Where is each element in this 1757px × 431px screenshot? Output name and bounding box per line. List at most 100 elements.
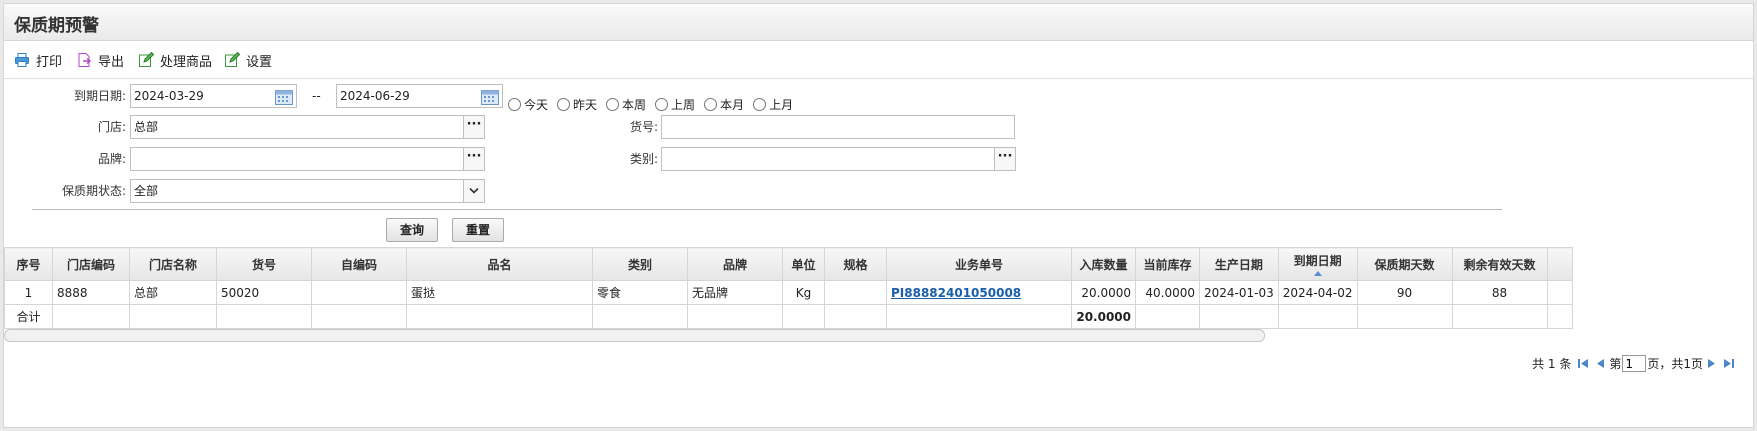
cell-order-no: PI88882401050008 [886,280,1072,305]
brand-field[interactable] [130,147,464,171]
cell-index: 1 [4,280,53,305]
expiry-date-label: 到期日期: [73,89,126,103]
calendar-icon[interactable] [275,88,293,105]
col-header[interactable]: 类别 [592,247,688,281]
calendar-icon[interactable] [481,88,499,105]
category-field[interactable] [661,147,995,171]
col-header[interactable]: 剩余有效天数 [1451,247,1548,281]
col-header[interactable]: 品名 [406,247,593,281]
export-icon [78,53,92,67]
footer-total-qty: 20.0000 [1071,304,1136,329]
footer-cell [687,304,783,329]
table-footer-row: 合计 20.0000 [4,304,1573,329]
cell-in-qty: 20.0000 [1071,280,1136,305]
col-header[interactable]: 门店名称 [129,247,217,281]
reset-button[interactable]: 重置 [452,218,504,242]
col-header[interactable]: 门店编码 [52,247,130,281]
window: 保质期预警 打印 导出 处理商品 设置 [3,3,1754,428]
footer-cell [216,304,312,329]
edit-icon [139,52,154,67]
brand-label: 品牌: [97,152,126,166]
radio-yesterday[interactable]: 昨天 [557,96,597,113]
category-picker-button[interactable]: ··· [994,147,1016,171]
last-page-icon[interactable] [1722,357,1735,370]
radio-last-week[interactable]: 上周 [655,96,695,113]
table-row[interactable]: 1 8888 总部 50020 蛋挞 零食 无品牌 Kg PI888824010… [4,280,1573,305]
radio-today[interactable]: 今天 [508,96,548,113]
title-bar: 保质期预警 [4,4,1753,41]
radio-last-month[interactable]: 上月 [753,96,793,113]
footer-cell [592,304,688,329]
col-header-label: 到期日期 [1293,254,1342,268]
date-to-value: 2024-06-29 [340,89,410,103]
page-prefix: 第 [1609,357,1622,371]
radio-this-month[interactable]: 本月 [704,96,744,113]
chevron-down-icon [469,187,479,194]
radio-circle[interactable] [704,98,718,111]
pagination: 共 1 条 第 页，共1页 [1532,355,1737,372]
col-header[interactable]: 货号 [216,247,312,281]
col-header[interactable]: 自编码 [311,247,407,281]
print-button[interactable]: 打印 [14,50,62,70]
horizontal-scrollbar[interactable] [4,329,1265,342]
cell-spec [824,280,887,305]
process-goods-button[interactable]: 处理商品 [138,50,212,70]
radio-circle[interactable] [557,98,571,111]
next-page-icon[interactable] [1705,357,1718,370]
cell-expiry-date: 2024-04-02 [1277,280,1358,305]
col-header[interactable]: 保质期天数 [1356,247,1453,281]
cell-shelf-days: 90 [1356,280,1453,305]
col-header[interactable]: 规格 [824,247,887,281]
category-label: 类别: [629,152,658,166]
date-from-field[interactable]: 2024-03-29 [130,84,297,108]
query-button[interactable]: 查询 [386,218,438,242]
radio-circle[interactable] [606,98,620,111]
radio-this-week[interactable]: 本周 [606,96,646,113]
settings-button[interactable]: 设置 [224,50,272,70]
page-suffix: 页，共1页 [1647,357,1703,371]
col-header[interactable]: 生产日期 [1199,247,1279,281]
store-picker-button[interactable]: ··· [463,115,485,139]
first-page-icon[interactable] [1577,357,1590,370]
cell-store-name: 总部 [129,280,217,305]
radio-circle[interactable] [508,98,521,111]
total-count: 共 1 条 [1532,357,1572,371]
radio-label: 上月 [769,98,794,112]
cell-category: 零食 [592,280,688,305]
date-to-field[interactable]: 2024-06-29 [336,84,503,108]
page-title: 保质期预警 [14,16,99,35]
order-link[interactable]: PI88882401050008 [891,286,1021,300]
export-button[interactable]: 导出 [76,50,124,70]
brand-picker-button[interactable]: ··· [463,147,485,171]
col-header[interactable]: 单位 [782,247,825,281]
date-from-value: 2024-03-29 [134,89,204,103]
shelf-status-select[interactable]: 全部 [130,179,464,203]
cell-unit: Kg [782,280,825,305]
settings-label: 设置 [246,54,273,70]
prev-page-icon[interactable] [1594,357,1607,370]
cell-stock: 40.0000 [1135,280,1200,305]
shelf-status-value: 全部 [134,184,159,198]
page-number-input[interactable] [1622,355,1647,372]
radio-label: 上周 [671,98,696,112]
col-header-sorted[interactable]: 到期日期 [1277,247,1358,281]
footer-cell [824,304,887,329]
footer-cell [52,304,130,329]
quick-range-group: 今天 昨天 本周 上周 本月 上月 [508,96,802,113]
store-field[interactable]: 总部 [130,115,464,139]
sku-field[interactable] [661,115,1015,139]
col-header[interactable]: 品牌 [687,247,783,281]
cell-brand: 无品牌 [687,280,783,305]
col-header[interactable]: 入库数量 [1071,247,1136,281]
col-header[interactable]: 序号 [4,247,53,281]
col-header[interactable]: 业务单号 [886,247,1072,281]
radio-circle[interactable] [655,98,669,111]
col-header[interactable]: 当前库存 [1135,247,1200,281]
store-value: 总部 [134,120,159,134]
results-table: 序号 门店编码 门店名称 货号 自编码 品名 类别 品牌 单位 规格 业务单号 … [4,247,1573,329]
footer-total-label: 合计 [4,304,53,329]
footer-cell [1135,304,1200,329]
shelf-status-dropdown-button[interactable] [463,179,485,203]
radio-circle[interactable] [753,98,767,111]
sort-asc-icon [1313,271,1322,276]
